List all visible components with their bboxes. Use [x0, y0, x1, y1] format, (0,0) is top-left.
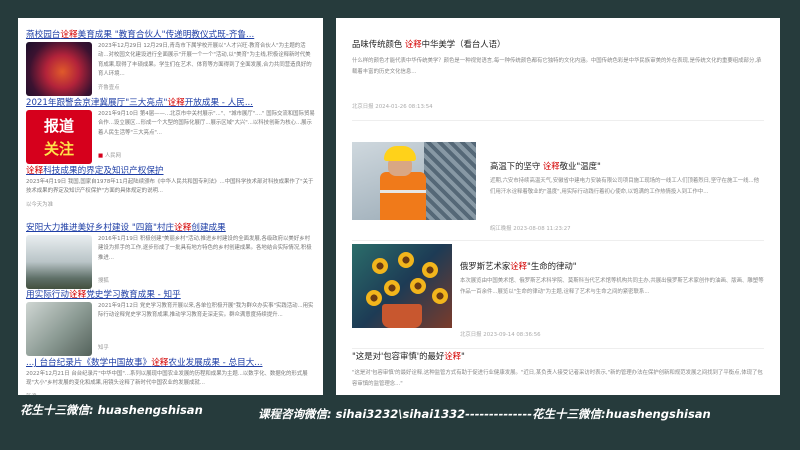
news-snippet: 什么样的颜色才能代表中华传统美学？颜色是一种视觉语言,每一种传统颜色都有它独特的… — [352, 58, 762, 75]
watermark-left: 花生十三微信: huashengshisan — [20, 403, 203, 417]
result-source-name: 知乎 — [98, 345, 109, 351]
title-prefix: 品味传统颜色 — [352, 39, 405, 49]
title-keyword-highlight: 诠释 — [68, 290, 87, 300]
result-title-link[interactable]: 燕校园台诠释美育成果 "教育合伙人"传递明教仪式既-齐鲁... — [26, 28, 315, 40]
title-prefix: 高温下的坚守 — [490, 161, 543, 171]
result-thumbnail[interactable] — [26, 235, 92, 289]
title-prefix: "这是对'包容审慎'的最好 — [352, 351, 445, 361]
title-prefix: 俄罗斯艺术家 — [460, 261, 511, 271]
news-title-link[interactable]: 俄罗斯艺术家诠释"生命的律动" — [460, 260, 577, 272]
title-prefix: 安阳大力推进美好乡村建设 "四篇"村庄 — [26, 223, 175, 233]
result-title-link[interactable]: 诠释科技成果的界定及知识产权保护 — [26, 164, 315, 176]
news-thumbnail[interactable] — [352, 244, 452, 328]
result-source[interactable]: 知乎 — [98, 343, 109, 351]
news-date: 2024-01-26 08:13:54 — [375, 104, 433, 110]
report-badge-line2: 关注 — [43, 140, 74, 158]
title-keyword-highlight: 诠释 — [26, 166, 44, 176]
result-thumbnail[interactable] — [26, 302, 92, 356]
search-result: 诠释科技成果的界定及知识产权保护 2023年4月19日 我国,国家自1978年11… — [26, 164, 315, 216]
title-prefix: 燕校园台 — [26, 30, 61, 40]
news-source-line: 北京日报 2024-01-26 08:13:54 — [352, 102, 433, 110]
result-snippet: 2022年12月21日 台台纪录片"中华中国"...系列以展现中国农业发展的历程… — [26, 371, 308, 387]
title-prefix: 用实际行动 — [26, 290, 69, 300]
title-suffix: 中华美学（看台人语） — [421, 39, 506, 49]
result-thumbnail[interactable]: 报道 关注 — [26, 110, 92, 164]
news-date: 2023-08-08 11:23:27 — [513, 226, 571, 232]
result-source-name: 人民网 — [104, 153, 121, 159]
search-result: 燕校园台诠释美育成果 "教育合伙人"传递明教仪式既-齐鲁... 2023年12月2… — [26, 28, 315, 96]
result-snippet: 2021年9月12日 党史学习教育开展以来,各单位积极开展"我为群众办实事"实践… — [98, 303, 314, 319]
news-thumbnail[interactable] — [352, 142, 476, 220]
search-result: ...J 台台纪录片《数学中国故事》诠释农业发展成果 - 总目大... 2022年… — [26, 356, 315, 395]
result-source[interactable]: 齐鲁壹点 — [98, 83, 120, 91]
result-title-link[interactable]: 2021年跟警会京津冀展厅"三大亮点"诠释开放成果 - 人民... — [26, 96, 315, 108]
title-keyword-highlight: 诠释 — [151, 358, 169, 368]
news-snippet: 本次展览由中国美术馆、俄罗斯艺术科学院、莫斯科当代艺术馆等机构共同主办,共展出俄… — [460, 278, 764, 295]
title-suffix: 创建成果 — [191, 223, 226, 233]
title-suffix: 开放成果 - 人民... — [184, 98, 254, 108]
news-source-line: 北京日报 2023-09-14 08:36:56 — [460, 330, 541, 338]
divider — [352, 348, 764, 349]
result-source-name: 以今天为准 — [26, 202, 53, 208]
result-title-link[interactable]: 安阳大力推进美好乡村建设 "四篇"村庄诠释创建成果 — [26, 221, 315, 233]
title-suffix: 敬业"温度" — [559, 161, 601, 171]
site-logo-icon: ■ — [98, 153, 105, 159]
result-source[interactable]: 新浪 — [26, 392, 37, 395]
result-title-link[interactable]: 用实际行动诠释党史学习教育成果 - 知乎 — [26, 288, 315, 300]
result-snippet: 2023年12月29日 12月29日,青岛市下属学校开展以"人才兴旺·教育合伙人… — [98, 43, 312, 78]
divider — [352, 120, 764, 121]
search-results-left: 燕校园台诠释美育成果 "教育合伙人"传递明教仪式既-齐鲁... 2023年12月2… — [18, 18, 323, 395]
title-keyword-highlight: 诠释 — [174, 223, 192, 233]
result-source-name: 齐鲁壹点 — [98, 85, 120, 91]
title-keyword-highlight: 诠释 — [542, 161, 560, 171]
title-prefix: ...J 台台纪录片《数学中国故事》 — [26, 358, 152, 368]
title-suffix: 美育成果 "教育合伙人"传递明教仪式既-齐鲁... — [77, 30, 255, 40]
result-snippet: 2023年4月19日 我国,国家自1978年11月起陆续颁布《中华人民共和国专利… — [26, 179, 314, 195]
result-snippet: 2016年1月19日 积极创建"美丽乡村"活动,推进乡村建设的全面发展,各级政府… — [98, 236, 312, 261]
news-snippet: "这是对'包容审慎'的最好诠释,这种监管方式有助于促进行业健康发展。"近日,某负… — [352, 370, 763, 387]
news-title-link[interactable]: 品味传统颜色 诠释中华美学（看台人语） — [352, 38, 505, 50]
title-suffix: 农业发展成果 - 总目大... — [168, 358, 263, 368]
result-title-link[interactable]: ...J 台台纪录片《数学中国故事》诠释农业发展成果 - 总目大... — [26, 356, 315, 368]
report-badge-line1: 报道 — [43, 117, 74, 135]
news-source[interactable]: 北京日报 — [460, 332, 482, 338]
news-results-right: 品味传统颜色 诠释中华美学（看台人语） 什么样的颜色才能代表中华传统美学？颜色是一… — [336, 18, 780, 395]
news-source-line: 皖江晚报 2023-08-08 11:23:27 — [490, 224, 571, 232]
result-source[interactable]: 以今天为准 — [26, 200, 53, 208]
news-title-link[interactable]: 高温下的坚守 诠释敬业"温度" — [490, 160, 601, 172]
result-thumbnail[interactable] — [26, 42, 92, 96]
search-result: 安阳大力推进美好乡村建设 "四篇"村庄诠释创建成果 2016年1月19日 积极创建… — [26, 221, 315, 289]
title-keyword-highlight: 诠释 — [167, 98, 185, 108]
title-keyword-highlight: 诠释 — [60, 30, 78, 40]
title-keyword-highlight: 诠释 — [510, 261, 527, 271]
title-keyword-highlight: 诠释 — [444, 351, 461, 361]
news-source[interactable]: 皖江晚报 — [490, 226, 512, 232]
news-source[interactable]: 北京日报 — [352, 104, 374, 110]
title-suffix: "生命的律动" — [527, 261, 577, 271]
result-source[interactable]: 搜狐 — [98, 276, 109, 284]
search-result: 用实际行动诠释党史学习教育成果 - 知乎 2021年9月12日 党史学习教育开展以… — [26, 288, 315, 356]
news-snippet: 近期,六安市持续高温天气,安徽省中建电力安装有限公司项目施工现场的一线工人们顶着… — [490, 178, 760, 195]
result-snippet: 2021年9月10日 第4届——...北京市中关村展示"..."、"城市展厅".… — [98, 111, 315, 136]
title-prefix: 2021年跟警会京津冀展厅"三大亮点" — [26, 98, 168, 108]
divider — [352, 240, 764, 241]
result-source[interactable]: ■ 人民网 — [98, 151, 121, 159]
title-suffix: 科技成果的界定及知识产权保护 — [43, 166, 164, 176]
result-source-name: 搜狐 — [98, 278, 109, 284]
watermark-bottom: 课程咨询微信: sihai3232\sihai1332-------------… — [258, 407, 711, 421]
news-title-link[interactable]: "这是对'包容审慎'的最好诠释" — [352, 350, 465, 362]
news-date: 2023-09-14 08:36:56 — [483, 332, 541, 338]
title-keyword-highlight: 诠释 — [404, 39, 422, 49]
title-suffix: " — [460, 351, 465, 361]
title-suffix: 党史学习教育成果 - 知乎 — [86, 290, 181, 300]
search-result: 2021年跟警会京津冀展厅"三大亮点"诠释开放成果 - 人民... 报道 关注 202… — [26, 96, 315, 164]
result-source-name: 新浪 — [26, 394, 37, 395]
